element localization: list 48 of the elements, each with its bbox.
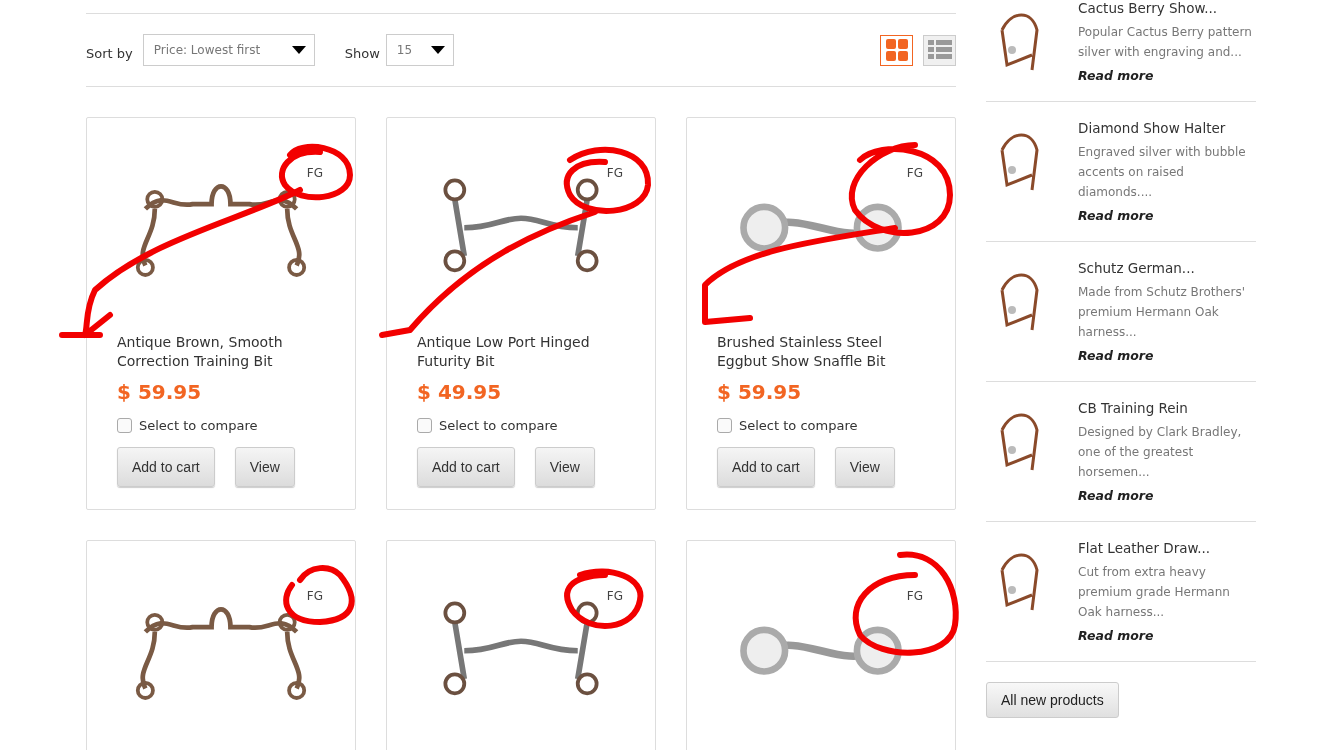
sidebar-description: Made from Schutz Brothers' premium Hermann Oak harness...: [1078, 284, 1246, 341]
product-price: $ 49.95: [417, 380, 503, 404]
sidebar-product-link[interactable]: Cactus Berry Show...: [1078, 0, 1256, 16]
product-code-label: FG: [606, 166, 623, 180]
sidebar-description: Engraved silver with bubble accents on raised diamonds....: [1078, 144, 1247, 201]
product-name-link[interactable]: Brushed Stainless Steel Eggbut Show Snaffle Bit: [717, 333, 925, 371]
grid-view-icon[interactable]: [880, 34, 913, 66]
view-button[interactable]: View: [234, 447, 295, 487]
sidebar-product-link[interactable]: CB Training Rein: [1078, 400, 1256, 416]
sidebar-product-link[interactable]: Schutz German...: [1078, 260, 1256, 276]
add-to-cart-button[interactable]: Add to cart: [117, 447, 215, 487]
product-name-link[interactable]: Antique Low Port Hinged Futurity Bit: [417, 333, 625, 371]
read-more-link[interactable]: Read more: [1078, 208, 1256, 223]
sidebar-description: Cut from extra heavy premium grade Hermann Oak harness...: [1078, 564, 1231, 621]
product-price: $ 59.95: [117, 380, 203, 404]
compare-checkbox[interactable]: [117, 418, 132, 433]
read-more-link[interactable]: Read more: [1078, 68, 1256, 83]
show-dropdown[interactable]: 15: [385, 34, 454, 66]
view-button[interactable]: View: [534, 447, 595, 487]
compare-checkbox[interactable]: [417, 418, 432, 433]
product-price: $ 59.95: [717, 380, 803, 404]
sidebar-description: Popular Cactus Berry pattern silver with engraving and...: [1078, 24, 1253, 61]
sidebar-description: Designed by Clark Bradley, one of the greatest horsemen...: [1078, 424, 1243, 481]
product-code-label: FG: [906, 589, 923, 603]
product-name-link[interactable]: Antique Brown, Smooth Correction Training Bit: [117, 333, 325, 371]
add-to-cart-button[interactable]: Add to cart: [717, 447, 815, 487]
sidebar-product-link[interactable]: Flat Leather Draw...: [1078, 540, 1256, 556]
all-new-products-button[interactable]: All new products: [986, 682, 1119, 718]
caret-icon: [430, 46, 445, 54]
add-to-cart-button[interactable]: Add to cart: [417, 447, 515, 487]
compare-label: Select to compare: [439, 418, 558, 433]
sort-label: Sort by: [86, 45, 133, 61]
read-more-link[interactable]: Read more: [1078, 348, 1256, 363]
product-code-label: FG: [306, 589, 323, 603]
sort-dropdown[interactable]: Price: Lowest first: [142, 34, 315, 66]
read-more-link[interactable]: Read more: [1078, 488, 1256, 503]
read-more-link[interactable]: Read more: [1078, 628, 1256, 643]
compare-label: Select to compare: [139, 418, 258, 433]
list-view-icon[interactable]: [923, 34, 956, 66]
compare-label: Select to compare: [739, 418, 858, 433]
sidebar-product-link[interactable]: Diamond Show Halter: [1078, 120, 1256, 136]
caret-icon: [291, 46, 306, 54]
product-code-label: FG: [906, 166, 923, 180]
show-label: Show: [344, 45, 380, 61]
compare-checkbox[interactable]: [717, 418, 732, 433]
view-button[interactable]: View: [834, 447, 895, 487]
product-code-label: FG: [606, 589, 623, 603]
product-code-label: FG: [306, 166, 323, 180]
